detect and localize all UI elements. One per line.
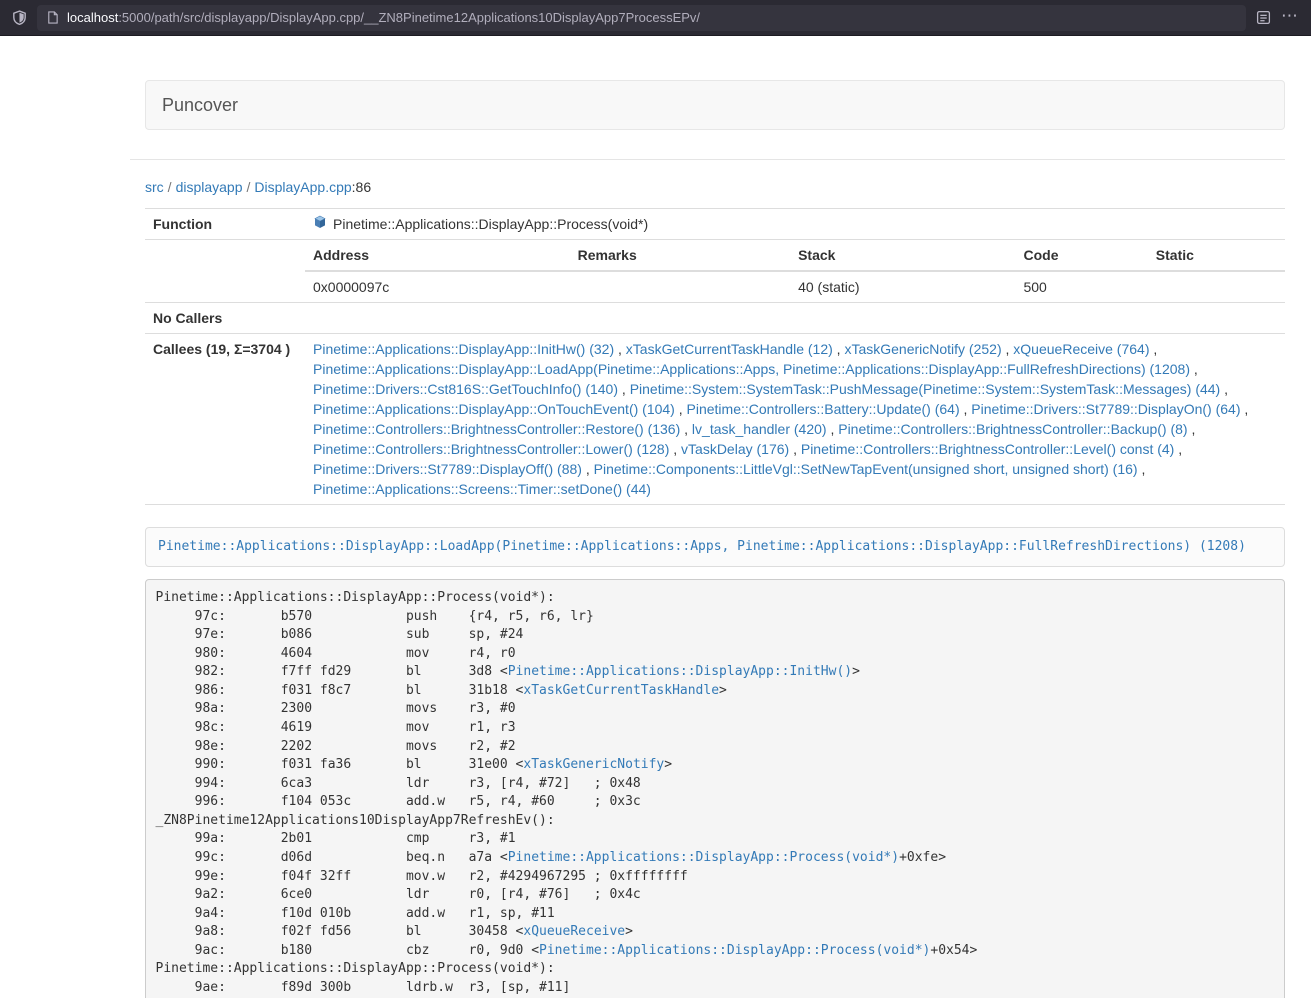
breadcrumb-link[interactable]: src — [145, 179, 164, 195]
callee-link[interactable]: Pinetime::Components::LittleVgl::SetNewT… — [594, 461, 1138, 477]
navbar: Puncover — [145, 80, 1285, 130]
function-row: Function Pinetime::Applications::Display… — [145, 209, 1285, 240]
symbol-snippet: Pinetime::Applications::DisplayApp::Load… — [145, 527, 1285, 567]
callees-row: Callees (19, Σ=3704 ) Pinetime::Applicat… — [145, 334, 1285, 505]
callees-list: Pinetime::Applications::DisplayApp::Init… — [305, 334, 1285, 505]
stats-header: Remarks — [570, 240, 791, 271]
brand-link[interactable]: Puncover — [146, 95, 254, 116]
snippet-loadapp-link[interactable]: Pinetime::Applications::DisplayApp::Load… — [158, 539, 1246, 554]
stats-value: 500 — [1015, 271, 1147, 302]
asm-symbol-link[interactable]: xQueueReceive — [523, 924, 625, 939]
method-cube-icon — [313, 214, 327, 234]
callee-link[interactable]: Pinetime::Controllers::BrightnessControl… — [838, 421, 1187, 437]
callee-link[interactable]: xTaskGetCurrentTaskHandle (12) — [626, 341, 833, 357]
callee-link[interactable]: Pinetime::Drivers::St7789::DisplayOff() … — [313, 461, 582, 477]
breadcrumb-line-number: :86 — [352, 179, 371, 195]
asm-symbol-link[interactable]: Pinetime::Applications::DisplayApp::Proc… — [539, 943, 930, 958]
url-text: localhost:5000/path/src/displayapp/Displ… — [67, 10, 700, 25]
stats-table: AddressRemarksStackCodeStatic 0x0000097c 4… — [305, 240, 1285, 302]
stats-value — [570, 271, 791, 302]
callee-link[interactable]: Pinetime::System::SystemTask::PushMessag… — [630, 381, 1221, 397]
stats-header: Static — [1148, 240, 1285, 271]
callee-link[interactable]: Pinetime::Drivers::St7789::DisplayOn() (… — [971, 401, 1240, 417]
stats-header: Address — [305, 240, 570, 271]
callees-label: Callees (19, Σ=3704 ) — [145, 334, 305, 505]
overflow-menu-icon[interactable]: ⋯ — [1281, 7, 1299, 28]
url-domain: localhost — [67, 10, 118, 25]
stats-header: Code — [1015, 240, 1147, 271]
browser-chrome: localhost:5000/path/src/displayapp/Displ… — [0, 0, 1311, 36]
no-callers-row: No Callers — [145, 303, 1285, 334]
stats-row: AddressRemarksStackCodeStatic 0x0000097c 4… — [145, 240, 1285, 303]
stats-value: 0x0000097c — [305, 271, 570, 302]
callee-link[interactable]: Pinetime::Controllers::BrightnessControl… — [313, 421, 680, 437]
puncover-page: Puncover src/displayapp/DisplayApp.cpp:8… — [0, 36, 1311, 998]
no-callers-label: No Callers — [145, 303, 305, 334]
asm-symbol-link[interactable]: Pinetime::Applications::DisplayApp::Proc… — [508, 850, 899, 865]
callee-link[interactable]: Pinetime::Controllers::BrightnessControl… — [801, 441, 1174, 457]
callee-link[interactable]: Pinetime::Applications::DisplayApp::Init… — [313, 341, 614, 357]
asm-symbol-link[interactable]: xTaskGenericNotify — [523, 757, 664, 772]
stats-value — [1148, 271, 1285, 302]
stats-value: 40 (static) — [790, 271, 1015, 302]
divider — [130, 159, 1285, 160]
breadcrumb-separator: / — [164, 179, 176, 195]
asm-symbol-link[interactable]: Pinetime::Applications::DisplayApp::Init… — [508, 664, 852, 679]
callee-link[interactable]: Pinetime::Drivers::Cst816S::GetTouchInfo… — [313, 381, 618, 397]
asm-symbol-link[interactable]: xTaskGetCurrentTaskHandle — [523, 683, 719, 698]
breadcrumb-link[interactable]: displayapp — [176, 179, 243, 195]
callee-link[interactable]: Pinetime::Controllers::BrightnessControl… — [313, 441, 669, 457]
callee-link[interactable]: Pinetime::Applications::Screens::Timer::… — [313, 481, 651, 497]
breadcrumb-link[interactable]: DisplayApp.cpp — [254, 179, 351, 195]
callee-link[interactable]: Pinetime::Applications::DisplayApp::Load… — [313, 361, 1190, 377]
callee-link[interactable]: Pinetime::Applications::DisplayApp::OnTo… — [313, 401, 675, 417]
breadcrumb-separator: / — [243, 179, 255, 195]
function-label: Function — [145, 209, 305, 240]
disassembly-block: Pinetime::Applications::DisplayApp::Proc… — [145, 579, 1285, 998]
breadcrumb: src/displayapp/DisplayApp.cpp:86 — [145, 179, 1285, 195]
function-table: Function Pinetime::Applications::Display… — [145, 208, 1285, 505]
reader-mode-icon[interactable] — [1256, 10, 1271, 25]
url-path: :5000/path/src/displayapp/DisplayApp.cpp… — [118, 10, 700, 25]
stats-header: Stack — [790, 240, 1015, 271]
page-icon — [46, 11, 59, 24]
callee-link[interactable]: xQueueReceive (764) — [1013, 341, 1149, 357]
callee-link[interactable]: lv_task_handler (420) — [692, 421, 827, 437]
callee-link[interactable]: xTaskGenericNotify (252) — [844, 341, 1001, 357]
callee-link[interactable]: vTaskDelay (176) — [681, 441, 789, 457]
url-bar[interactable]: localhost:5000/path/src/displayapp/Displ… — [37, 5, 1246, 31]
function-name: Pinetime::Applications::DisplayApp::Proc… — [333, 214, 648, 234]
callee-link[interactable]: Pinetime::Controllers::Battery::Update()… — [687, 401, 960, 417]
shield-icon[interactable] — [12, 10, 27, 25]
